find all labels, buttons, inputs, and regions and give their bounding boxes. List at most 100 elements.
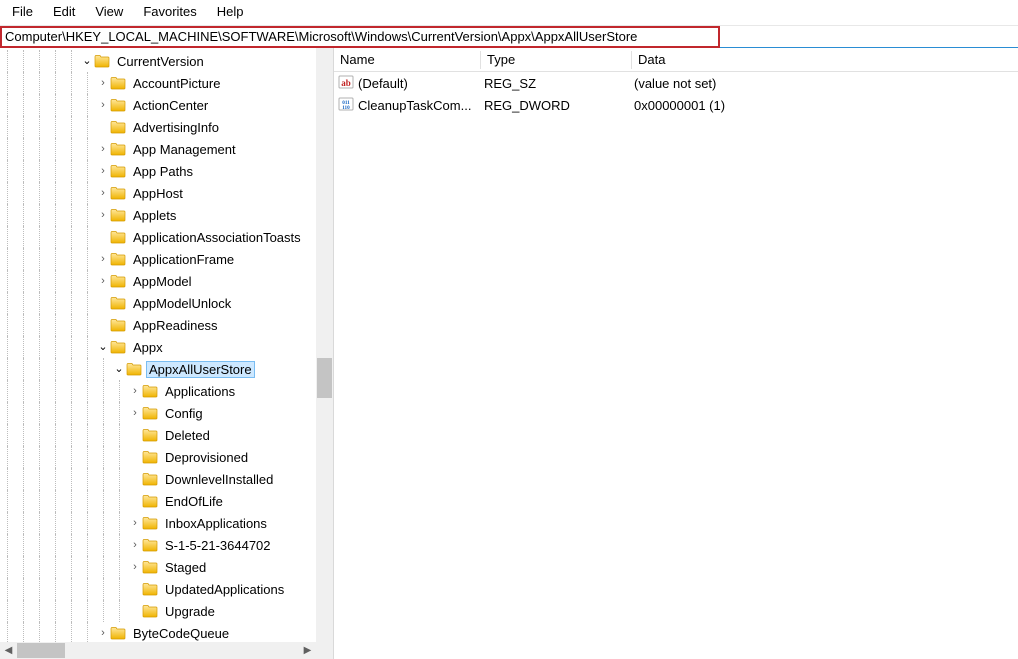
tree-label: App Paths: [130, 163, 196, 180]
tree-label: AppxAllUserStore: [146, 361, 255, 378]
tree-item[interactable]: › ActionCenter: [0, 94, 333, 116]
chevron-down-icon[interactable]: ⌄: [80, 50, 94, 72]
tree-label: UpdatedApplications: [162, 581, 287, 598]
tree-item[interactable]: ⌄ AppxAllUserStore: [0, 358, 333, 380]
value-data: (value not set): [634, 76, 1018, 91]
values-pane: Name Type Data ab (Default)REG_SZ(value n…: [334, 48, 1018, 659]
tree-item[interactable]: › ByteCodeQueue: [0, 622, 333, 644]
tree-label: ByteCodeQueue: [130, 625, 232, 642]
vertical-scrollbar[interactable]: [316, 48, 333, 642]
scroll-left-icon[interactable]: ◀: [0, 642, 17, 659]
tree-label: ActionCenter: [130, 97, 211, 114]
tree-label: InboxApplications: [162, 515, 270, 532]
menu-item-help[interactable]: Help: [207, 2, 254, 23]
value-name: (Default): [358, 76, 484, 91]
chevron-right-icon[interactable]: ›: [96, 182, 110, 204]
menu-item-favorites[interactable]: Favorites: [133, 2, 206, 23]
tree-item[interactable]: ⌄ CurrentVersion: [0, 50, 333, 72]
tree-label: ApplicationFrame: [130, 251, 237, 268]
column-header-type[interactable]: Type: [481, 50, 631, 69]
menu-bar: FileEditViewFavoritesHelp: [0, 0, 1018, 26]
tree-label: DownlevelInstalled: [162, 471, 276, 488]
column-header-name[interactable]: Name: [334, 50, 480, 69]
chevron-right-icon[interactable]: ›: [128, 380, 142, 402]
tree-label: Applications: [162, 383, 238, 400]
tree-pane: ⌄CurrentVersion›AccountPicture›ActionCen…: [0, 48, 334, 659]
tree-item[interactable]: ⌄ Appx: [0, 336, 333, 358]
tree-label: AppModel: [130, 273, 195, 290]
chevron-right-icon[interactable]: ›: [96, 622, 110, 644]
tree-item[interactable]: AppModelUnlock: [0, 292, 333, 314]
chevron-right-icon[interactable]: ›: [128, 402, 142, 424]
chevron-right-icon[interactable]: ›: [96, 160, 110, 182]
tree-label: ApplicationAssociationToasts: [130, 229, 304, 246]
tree-item[interactable]: Upgrade: [0, 600, 333, 622]
tree-item[interactable]: › Applets: [0, 204, 333, 226]
address-bar[interactable]: Computer\HKEY_LOCAL_MACHINE\SOFTWARE\Mic…: [0, 26, 720, 48]
tree-label: AdvertisingInfo: [130, 119, 222, 136]
svg-text:ab: ab: [341, 78, 351, 88]
tree-item[interactable]: › Applications: [0, 380, 333, 402]
chevron-right-icon[interactable]: ›: [96, 138, 110, 160]
chevron-right-icon[interactable]: ›: [96, 94, 110, 116]
tree-item[interactable]: ›Config: [0, 402, 333, 424]
tree-item[interactable]: AdvertisingInfo: [0, 116, 333, 138]
tree-item[interactable]: ApplicationAssociationToasts: [0, 226, 333, 248]
tree-label: Appx: [130, 339, 166, 356]
value-row[interactable]: ab (Default)REG_SZ(value not set): [334, 72, 1018, 94]
chevron-down-icon[interactable]: ⌄: [112, 358, 126, 380]
tree-label: App Management: [130, 141, 239, 158]
tree-item[interactable]: › AppModel: [0, 270, 333, 292]
string-value-icon: ab: [334, 74, 358, 93]
tree-item[interactable]: › App Paths: [0, 160, 333, 182]
menu-item-file[interactable]: File: [2, 2, 43, 23]
scrollbar-thumb[interactable]: [317, 358, 332, 398]
binary-value-icon: 011110: [334, 96, 358, 115]
menu-item-edit[interactable]: Edit: [43, 2, 85, 23]
chevron-right-icon[interactable]: ›: [128, 556, 142, 578]
tree-label: CurrentVersion: [114, 53, 207, 70]
value-name: CleanupTaskCom...: [358, 98, 484, 113]
tree-label: Staged: [162, 559, 209, 576]
horizontal-scrollbar[interactable]: ◀ ▶: [0, 642, 316, 659]
chevron-right-icon[interactable]: ›: [96, 248, 110, 270]
chevron-right-icon[interactable]: ›: [128, 512, 142, 534]
tree-label: Deleted: [162, 427, 213, 444]
value-type: REG_DWORD: [484, 98, 634, 113]
tree-label: AppHost: [130, 185, 186, 202]
chevron-right-icon[interactable]: ›: [96, 270, 110, 292]
address-text: Computer\HKEY_LOCAL_MACHINE\SOFTWARE\Mic…: [5, 29, 637, 45]
tree-item[interactable]: › Staged: [0, 556, 333, 578]
tree-label: EndOfLife: [162, 493, 226, 510]
scrollbar-corner: [316, 642, 333, 659]
tree-item[interactable]: UpdatedApplications: [0, 578, 333, 600]
chevron-down-icon[interactable]: ⌄: [96, 336, 110, 358]
scrollbar-thumb[interactable]: [17, 643, 65, 658]
tree-item[interactable]: › AppHost: [0, 182, 333, 204]
tree-item[interactable]: DownlevelInstalled: [0, 468, 333, 490]
tree-label: AccountPicture: [130, 75, 223, 92]
tree-item[interactable]: › ApplicationFrame: [0, 248, 333, 270]
chevron-right-icon[interactable]: ›: [96, 72, 110, 94]
svg-text:110: 110: [342, 105, 350, 111]
tree-item[interactable]: Deleted: [0, 424, 333, 446]
tree-item[interactable]: AppReadiness: [0, 314, 333, 336]
scroll-right-icon[interactable]: ▶: [299, 642, 316, 659]
tree-label: Deprovisioned: [162, 449, 251, 466]
tree-label: Upgrade: [162, 603, 218, 620]
tree-item[interactable]: › InboxApplications: [0, 512, 333, 534]
tree-label: AppModelUnlock: [130, 295, 234, 312]
chevron-right-icon[interactable]: ›: [128, 534, 142, 556]
tree-item[interactable]: ›S-1-5-21-3644702: [0, 534, 333, 556]
column-header-data[interactable]: Data: [632, 50, 1018, 69]
value-type: REG_SZ: [484, 76, 634, 91]
tree-item[interactable]: Deprovisioned: [0, 446, 333, 468]
value-data: 0x00000001 (1): [634, 98, 1018, 113]
tree-label: Applets: [130, 207, 179, 224]
value-row[interactable]: 011110CleanupTaskCom...REG_DWORD0x000000…: [334, 94, 1018, 116]
tree-item[interactable]: › App Management: [0, 138, 333, 160]
chevron-right-icon[interactable]: ›: [96, 204, 110, 226]
menu-item-view[interactable]: View: [85, 2, 133, 23]
tree-item[interactable]: EndOfLife: [0, 490, 333, 512]
tree-item[interactable]: › AccountPicture: [0, 72, 333, 94]
